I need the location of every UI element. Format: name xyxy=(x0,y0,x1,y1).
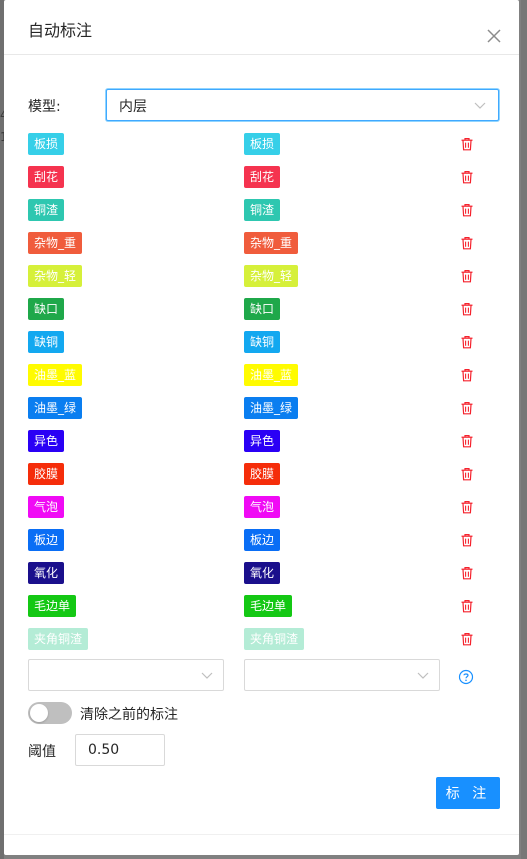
clear-previous-label: 清除之前的标注 xyxy=(80,707,178,723)
source-label-tag: 缺口 xyxy=(28,298,65,320)
target-label-tag: 氧化 xyxy=(244,562,281,584)
target-label-tag: 胶膜 xyxy=(244,463,281,485)
help-icon[interactable] xyxy=(458,669,474,685)
delete-icon[interactable] xyxy=(460,467,474,481)
source-label-tag: 板边 xyxy=(28,529,65,551)
close-icon[interactable] xyxy=(486,28,502,44)
source-label-tag: 油墨_绿 xyxy=(28,397,83,419)
target-label-tag: 板边 xyxy=(244,529,281,551)
target-label-tag: 板损 xyxy=(244,133,281,155)
dialog-header: 自动标注 xyxy=(4,0,519,55)
delete-icon[interactable] xyxy=(460,269,474,283)
source-label-tag: 气泡 xyxy=(28,496,65,518)
source-label-tag: 毛边单 xyxy=(28,595,77,617)
target-label-tag: 杂物_轻 xyxy=(244,265,299,287)
source-label-tag: 异色 xyxy=(28,430,65,452)
source-label-tag: 杂物_重 xyxy=(28,232,83,254)
clear-previous-toggle[interactable] xyxy=(28,702,72,724)
source-label-tag: 板损 xyxy=(28,133,65,155)
auto-annotate-dialog: 自动标注 模型: 内层 板损 板损刮花 刮花铜渣 铜渣杂物_重 杂物_重杂物_轻 杂物_轻… xyxy=(4,0,519,855)
delete-icon[interactable] xyxy=(460,170,474,184)
target-label-tag: 缺口 xyxy=(244,298,281,320)
source-label-tag: 铜渣 xyxy=(28,199,65,221)
delete-icon[interactable] xyxy=(460,203,474,217)
delete-icon[interactable] xyxy=(460,632,474,646)
target-label-tag: 油墨_绿 xyxy=(244,397,299,419)
target-label-tag: 杂物_重 xyxy=(244,232,299,254)
chevron-down-icon xyxy=(201,672,213,679)
target-label-tag: 气泡 xyxy=(244,496,281,518)
target-label-tag: 夹角铜渣 xyxy=(244,628,305,650)
target-label-tag: 缺铜 xyxy=(244,331,281,353)
source-label-tag: 夹角铜渣 xyxy=(28,628,89,650)
toggle-knob xyxy=(30,704,48,722)
delete-icon[interactable] xyxy=(460,533,474,547)
target-label-tag: 刮花 xyxy=(244,166,281,188)
source-label-tag: 缺铜 xyxy=(28,331,65,353)
delete-icon[interactable] xyxy=(460,599,474,613)
source-label-tag: 油墨_蓝 xyxy=(28,364,83,386)
delete-icon[interactable] xyxy=(460,434,474,448)
source-label-tag: 刮花 xyxy=(28,166,65,188)
target-label-tag: 铜渣 xyxy=(244,199,281,221)
new-source-label-select[interactable] xyxy=(28,659,224,691)
delete-icon[interactable] xyxy=(460,368,474,382)
threshold-input[interactable] xyxy=(75,734,165,766)
model-label: 模型: xyxy=(28,99,61,115)
delete-icon[interactable] xyxy=(460,335,474,349)
delete-icon[interactable] xyxy=(460,566,474,580)
model-select[interactable]: 内层 xyxy=(106,89,499,121)
model-select-value: 内层 xyxy=(119,99,147,115)
new-target-label-select[interactable] xyxy=(244,659,440,691)
delete-icon[interactable] xyxy=(460,401,474,415)
dialog-title: 自动标注 xyxy=(28,21,93,40)
delete-icon[interactable] xyxy=(460,500,474,514)
source-label-tag: 氧化 xyxy=(28,562,65,584)
source-label-tag: 杂物_轻 xyxy=(28,265,83,287)
target-label-tag: 油墨_蓝 xyxy=(244,364,299,386)
chevron-down-icon xyxy=(417,672,429,679)
annotate-button[interactable]: 标 注 xyxy=(436,777,500,809)
threshold-label: 阈值 xyxy=(28,744,56,760)
delete-icon[interactable] xyxy=(460,137,474,151)
delete-icon[interactable] xyxy=(460,302,474,316)
target-label-tag: 毛边单 xyxy=(244,595,293,617)
source-label-tag: 胶膜 xyxy=(28,463,65,485)
dialog-footer-divider xyxy=(4,834,519,835)
chevron-down-icon xyxy=(474,102,486,109)
delete-icon[interactable] xyxy=(460,236,474,250)
background-page-edge-right xyxy=(521,0,527,859)
target-label-tag: 异色 xyxy=(244,430,281,452)
